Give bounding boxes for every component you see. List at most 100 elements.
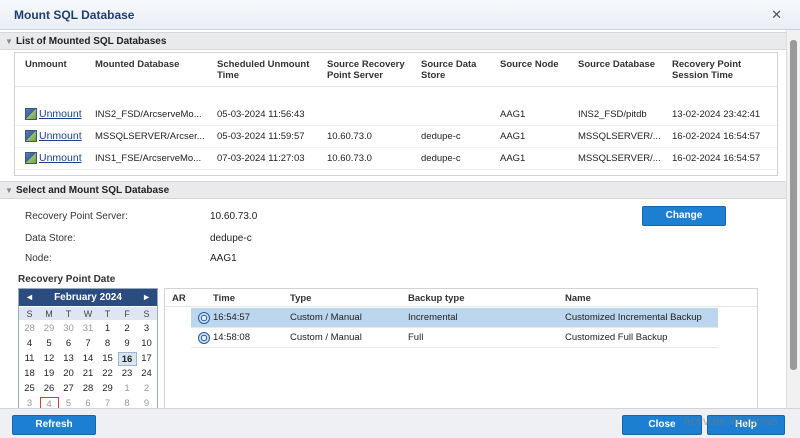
col-type: Type [290, 293, 312, 304]
calendar-day[interactable]: 13 [59, 352, 78, 366]
calendar-day[interactable]: 11 [20, 352, 39, 366]
calendar-day[interactable]: 2 [118, 322, 137, 336]
calendar-day[interactable]: 22 [98, 367, 117, 381]
weekday-label: S [143, 309, 150, 319]
mounted-db-cell: INS2_FSD/ArcserveMo... [95, 109, 202, 120]
database-icon [25, 130, 37, 142]
col-scheduled-unmount-time: Scheduled Unmount Time [217, 59, 310, 81]
calendar-day[interactable]: 9 [118, 337, 137, 351]
data-store-label: Data Store: [25, 233, 76, 244]
unmount-link[interactable]: Unmount [39, 152, 82, 164]
calendar-day[interactable]: 4 [20, 337, 39, 351]
calendar-day[interactable]: 31 [79, 322, 98, 336]
calendar-day[interactable]: 2 [137, 382, 156, 396]
rps-cell: 10.60.73.0 [327, 153, 372, 164]
calendar-day[interactable]: 8 [118, 397, 137, 408]
rps-label: Recovery Point Server: [25, 211, 128, 222]
recovery-point-date-label: Recovery Point Date [18, 274, 116, 285]
rp-time-cell: 16:54:57 [213, 312, 250, 323]
col-unmount: Unmount [25, 59, 67, 70]
close-icon[interactable]: ✕ [771, 7, 782, 23]
calendar-day[interactable]: 6 [79, 397, 98, 408]
recovery-point-row[interactable]: 16:54:57 Custom / Manual Incremental Cus… [191, 308, 718, 328]
col-time: Time [213, 293, 236, 304]
calendar-day[interactable]: 17 [137, 352, 156, 366]
data-store-value: dedupe-c [210, 233, 252, 244]
calendar-day[interactable]: 6 [59, 337, 78, 351]
recovery-point-icon [198, 312, 210, 324]
next-month-icon[interactable]: ► [142, 292, 151, 302]
calendar-day[interactable]: 15 [98, 352, 117, 366]
calendar-day[interactable]: 25 [20, 382, 39, 396]
scrollbar-thumb[interactable] [790, 40, 797, 370]
table-row: Unmount INS1_FSE/ArcserveMo... 07-03-202… [15, 148, 777, 170]
unmount-link[interactable]: Unmount [39, 130, 82, 142]
scheduled-time-cell: 05-03-2024 11:56:43 [217, 109, 305, 120]
rp-name-cell: Customized Incremental Backup [565, 312, 702, 323]
session-time-cell: 16-02-2024 16:54:57 [672, 153, 761, 164]
help-button[interactable]: Help [707, 415, 785, 435]
calendar-day[interactable]: 4 [39, 397, 59, 408]
calendar-day[interactable]: 23 [118, 367, 137, 381]
rps-value: 10.60.73.0 [210, 211, 258, 222]
calendar-day[interactable]: 3 [137, 322, 156, 336]
refresh-button[interactable]: Refresh [12, 415, 96, 435]
rp-backup-type-cell: Incremental [408, 312, 458, 323]
calendar-month-label[interactable]: February 2024 [19, 292, 157, 303]
calendar-weekdays: SMTWTFS [19, 307, 157, 320]
close-button[interactable]: Close [622, 415, 702, 435]
calendar-day[interactable]: 12 [40, 352, 59, 366]
table-row: Unmount MSSQLSERVER/Arcser... 05-03-2024… [15, 126, 777, 148]
recovery-point-row[interactable]: 14:58:08 Custom / Manual Full Customized… [191, 328, 718, 348]
node-label: Node: [25, 253, 52, 264]
calendar-day[interactable]: 9 [137, 397, 156, 408]
calendar-day[interactable]: 24 [137, 367, 156, 381]
collapse-arrow-icon[interactable]: ▼ [5, 186, 13, 195]
calendar-day[interactable]: 1 [118, 382, 137, 396]
calendar-day[interactable]: 5 [40, 337, 59, 351]
calendar-day[interactable]: 19 [40, 367, 59, 381]
calendar-day[interactable]: 14 [79, 352, 98, 366]
weekday-label: M [45, 309, 53, 319]
source-db-cell: MSSQLSERVER/... [578, 153, 661, 164]
calendar-day[interactable]: 29 [98, 382, 117, 396]
weekday-label: F [124, 309, 130, 319]
calendar-day[interactable]: 26 [40, 382, 59, 396]
mounted-db-cell: INS1_FSE/ArcserveMo... [95, 153, 202, 164]
rps-cell: 10.60.73.0 [327, 131, 372, 142]
calendar-day[interactable]: 7 [79, 337, 98, 351]
calendar-day[interactable]: 27 [59, 382, 78, 396]
calendar-day[interactable]: 5 [59, 397, 78, 408]
calendar-day[interactable]: 29 [40, 322, 59, 336]
change-button[interactable]: Change [642, 206, 726, 226]
node-value: AAG1 [210, 253, 237, 264]
calendar-day[interactable]: 10 [137, 337, 156, 351]
calendar-day[interactable]: 3 [20, 397, 39, 408]
calendar-day[interactable]: 21 [79, 367, 98, 381]
collapse-arrow-icon[interactable]: ▼ [5, 37, 13, 46]
unmount-link[interactable]: Unmount [39, 108, 82, 120]
calendar-day[interactable]: 20 [59, 367, 78, 381]
weekday-label: T [104, 309, 111, 319]
scheduled-time-cell: 07-03-2024 11:27:03 [217, 153, 305, 164]
calendar-day[interactable]: 30 [59, 322, 78, 336]
rp-name-cell: Customized Full Backup [565, 332, 668, 343]
calendar-day[interactable]: 8 [98, 337, 117, 351]
calendar-day[interactable]: 18 [20, 367, 39, 381]
source-db-cell: MSSQLSERVER/... [578, 131, 661, 142]
col-source-node: Source Node [500, 59, 559, 70]
mounted-section-title: List of Mounted SQL Databases [16, 36, 167, 47]
calendar-day[interactable]: 1 [98, 322, 117, 336]
select-section-header[interactable]: ▼ Select and Mount SQL Database [0, 181, 786, 199]
calendar-day[interactable]: 28 [79, 382, 98, 396]
mounted-section-header[interactable]: ▼ List of Mounted SQL Databases [0, 32, 786, 50]
col-recovery-point-session-time: Recovery Point Session Time [672, 59, 742, 81]
dialog-footer: Refresh Close Help [0, 408, 800, 438]
calendar-day[interactable]: 16 [117, 352, 137, 366]
scheduled-time-cell: 05-03-2024 11:59:57 [217, 131, 305, 142]
session-time-cell: 16-02-2024 16:54:57 [672, 131, 761, 142]
calendar-day[interactable]: 7 [98, 397, 117, 408]
calendar-day[interactable]: 28 [20, 322, 39, 336]
vertical-scrollbar[interactable] [786, 30, 800, 408]
database-icon [25, 152, 37, 164]
